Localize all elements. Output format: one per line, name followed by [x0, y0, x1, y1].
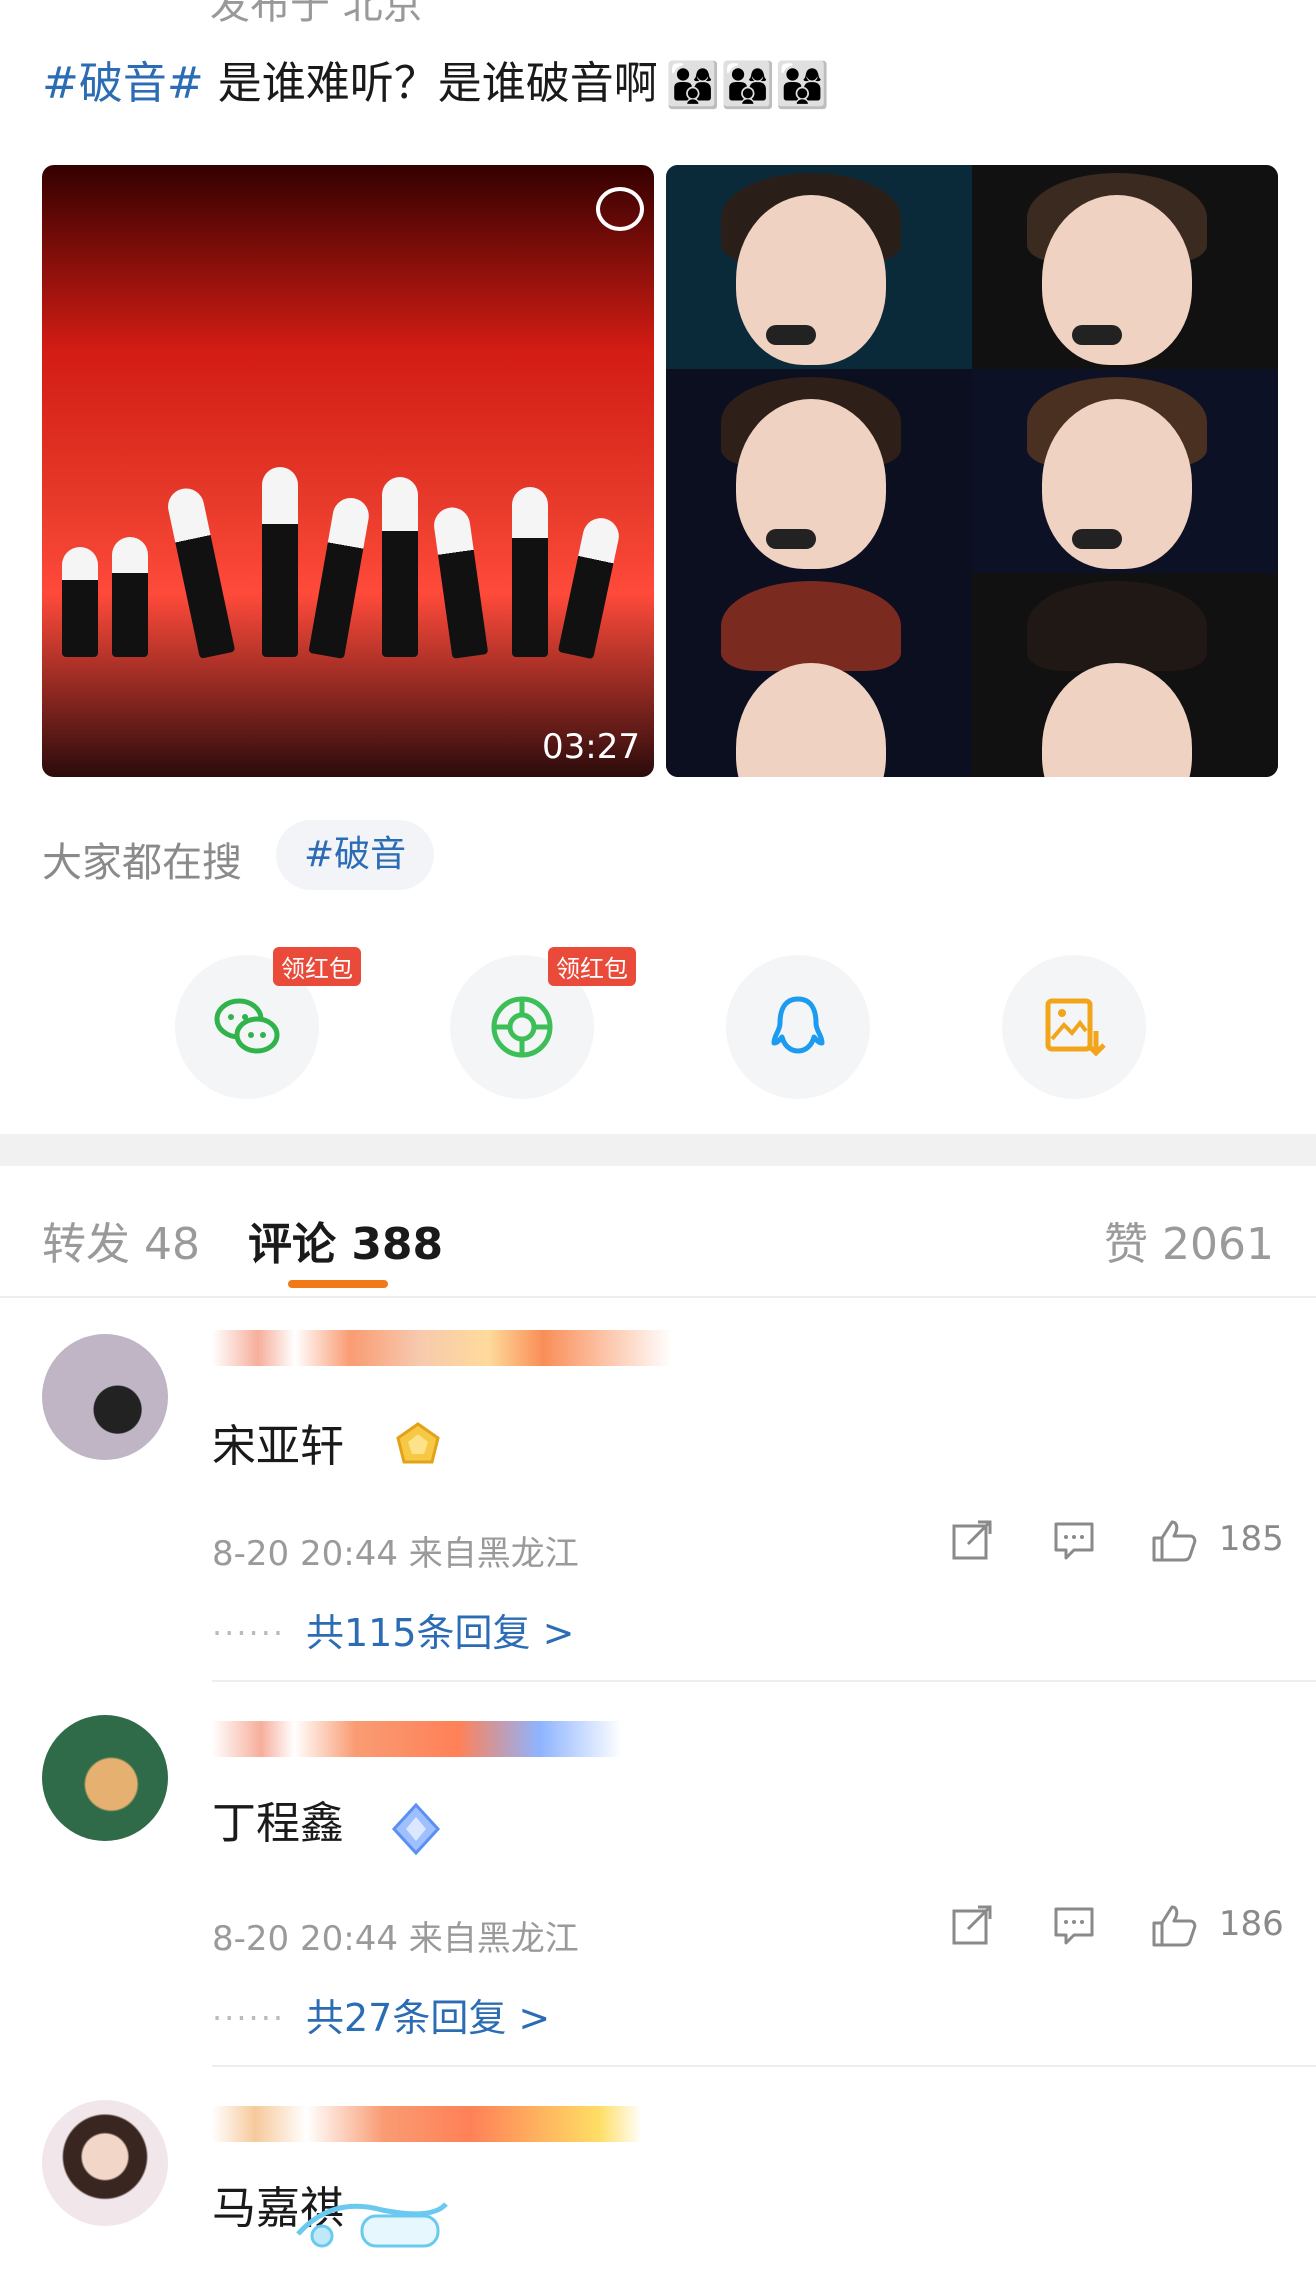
avatar[interactable]: [42, 2100, 168, 2226]
moments-icon: [491, 996, 553, 1058]
like-count: 186: [1218, 1903, 1284, 1944]
tab-like[interactable]: 赞 2061: [1104, 1208, 1274, 1272]
weibo-watermark-icon: [596, 187, 644, 231]
comment-divider: [212, 1680, 1316, 1682]
view-replies-link[interactable]: 共115条回复 >: [306, 1602, 574, 1657]
section-divider: [0, 1134, 1316, 1166]
post-hashtag-link[interactable]: #破音#: [42, 58, 204, 109]
trending-search-label: 大家都在搜: [42, 840, 242, 886]
fan-badge-icon: [396, 1422, 440, 1464]
save-image-button[interactable]: [1002, 955, 1146, 1099]
image-thumbnail[interactable]: [666, 165, 1278, 777]
thumbs-up-icon: [1152, 1520, 1197, 1562]
view-replies-link[interactable]: 共27条回复 >: [306, 1987, 550, 2042]
reply-comment-button[interactable]: [1052, 1903, 1096, 1947]
share-arrow-icon: [952, 1905, 992, 1945]
red-packet-tag: 领红包: [548, 947, 636, 986]
share-arrow-icon: [952, 1520, 992, 1560]
post-text: #破音# 是谁难听？是谁破音啊 👨‍👩‍👦👨‍👩‍👦👨‍👩‍👦: [42, 52, 830, 118]
video-duration: 03:27: [542, 727, 640, 767]
post-location: 发布于 北京: [210, 0, 423, 28]
comment-text: 丁程鑫: [212, 1798, 344, 1849]
avatar[interactable]: [42, 1715, 168, 1841]
comment-divider: [212, 2065, 1316, 2067]
username-redacted[interactable]: [212, 1330, 672, 1366]
comment-bubble-icon: [1054, 1907, 1094, 1945]
tab-comment[interactable]: 评论 388: [248, 1208, 443, 1272]
username-redacted[interactable]: [212, 1721, 622, 1757]
username-redacted[interactable]: [212, 2106, 642, 2142]
comment-meta: 8-20 20:44 来自黑龙江: [212, 1919, 579, 1959]
replies-dots: ······: [212, 1999, 286, 2037]
post-body: 是谁难听？是谁破音啊: [203, 58, 658, 109]
tab-repost[interactable]: 转发 48: [42, 1208, 200, 1272]
share-moments-button[interactable]: 领红包: [450, 947, 636, 1099]
wechat-icon: [214, 998, 280, 1054]
like-comment-button[interactable]: 186: [1150, 1903, 1284, 1947]
image-download-icon: [1045, 998, 1106, 1057]
mbti-badge-icon: [296, 2202, 448, 2248]
tabs-divider: [0, 1296, 1316, 1298]
engagement-tabs: 转发 48 评论 388 赞 2061: [0, 1168, 1316, 1298]
fan-badge-icon: [391, 1802, 441, 1856]
dancers-scene: [62, 437, 632, 660]
like-count: 185: [1218, 1518, 1284, 1559]
reply-comment-button[interactable]: [1052, 1518, 1096, 1562]
active-tab-indicator: [288, 1280, 388, 1288]
share-wechat-button[interactable]: 领红包: [175, 947, 361, 1099]
comment-meta: 8-20 20:44 来自黑龙江: [212, 1534, 579, 1574]
repost-comment-button[interactable]: [950, 1903, 994, 1947]
red-packet-tag: 领红包: [273, 947, 361, 986]
trending-search-chip[interactable]: #破音: [276, 820, 435, 890]
avatar[interactable]: [42, 1334, 168, 1460]
qq-penguin-icon: [771, 996, 825, 1054]
repost-comment-button[interactable]: [950, 1518, 994, 1562]
comment-bubble-icon: [1054, 1522, 1094, 1560]
family-emoji: 👨‍👩‍👦👨‍👩‍👦👨‍👩‍👦: [665, 60, 831, 111]
replies-dots: ······: [212, 1614, 286, 1652]
thumbs-up-icon: [1152, 1905, 1197, 1947]
like-comment-button[interactable]: 185: [1150, 1518, 1284, 1562]
share-qq-button[interactable]: [726, 955, 870, 1099]
comment-text: 宋亚轩: [212, 1421, 344, 1472]
video-thumbnail[interactable]: 03:27: [42, 165, 654, 777]
